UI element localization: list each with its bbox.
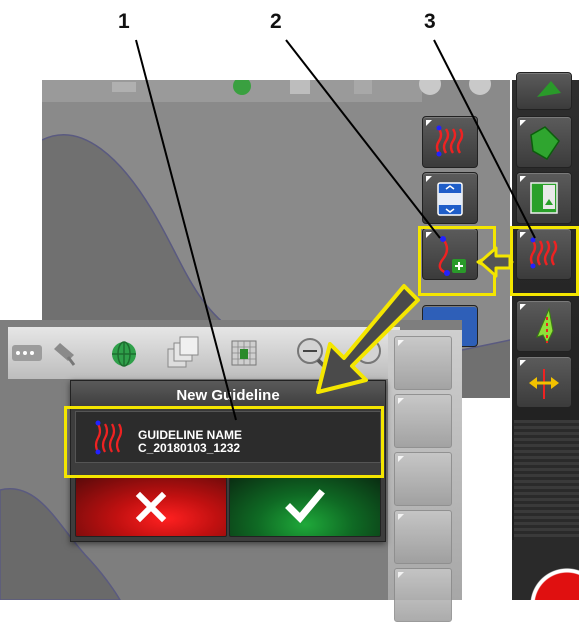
leader-line-1 [135, 39, 237, 421]
arrow-left-icon [476, 246, 514, 278]
annotation-overlay [135, 39, 536, 421]
leader-line-2 [285, 39, 441, 239]
arrow-down-left-icon [316, 284, 420, 394]
leader-line-3 [433, 39, 536, 239]
